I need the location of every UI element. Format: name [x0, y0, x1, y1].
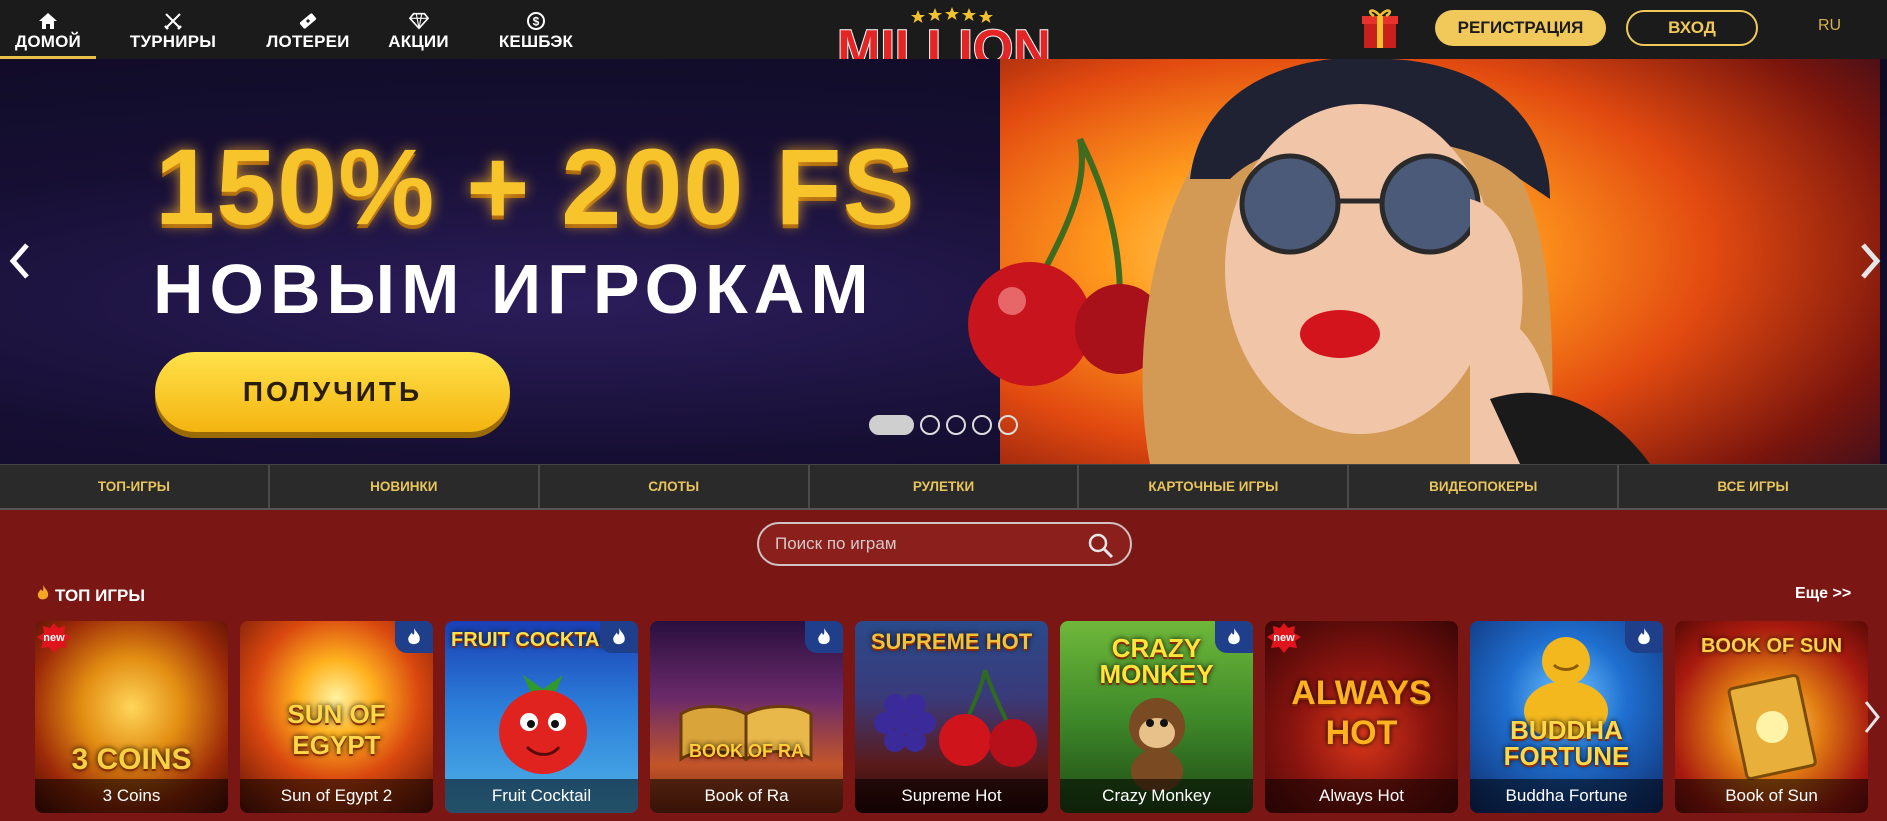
golden-book-image: [1727, 673, 1817, 781]
monkey-image: [1129, 698, 1185, 791]
top-games-row: 3 COINS new 3 Coins SUN OF EGYPT Sun of …: [35, 621, 1868, 813]
language-selector[interactable]: RU: [1818, 17, 1841, 35]
get-bonus-button[interactable]: ПОЛУЧИТЬ: [155, 352, 510, 432]
fire-icon: [36, 584, 50, 607]
top-header: ДОМОЙ ТУРНИРЫ ЛОТЕРЕИ АКЦИИ $ КЕШБЭК MIL…: [0, 0, 1887, 72]
top-games-heading: ТОП ИГРЫ: [36, 584, 145, 607]
strawberry-image: [499, 675, 587, 774]
slider-dot[interactable]: [946, 415, 966, 435]
category-all-games[interactable]: ВСЕ ИГРЫ: [1619, 465, 1887, 508]
game-art-text: 3 COINS: [71, 743, 192, 776]
nav-item-label: ДОМОЙ: [15, 32, 81, 51]
nav-item-tournaments[interactable]: ТУРНИРЫ: [96, 0, 250, 59]
game-art-text: BUDDHA FORTUNE: [1503, 715, 1630, 771]
gift-icon[interactable]: [1360, 6, 1400, 50]
games-next-arrow[interactable]: [1858, 695, 1886, 739]
game-card[interactable]: FRUIT COCKTAIL Fruit Cocktail: [445, 621, 638, 813]
chevron-left-icon: [9, 243, 29, 279]
game-art-text: SUPREME HOT: [870, 629, 1033, 654]
game-card[interactable]: SUN OF EGYPT Sun of Egypt 2: [240, 621, 433, 813]
nav-item-lotteries[interactable]: ЛОТЕРЕИ: [250, 0, 366, 59]
nav-item-label: КЕШБЭК: [498, 32, 574, 51]
section-title: ТОП ИГРЫ: [55, 585, 145, 605]
game-card[interactable]: SUPREME HOT Supreme Hot: [855, 621, 1048, 813]
crossed-swords-icon: [163, 11, 183, 31]
game-card[interactable]: BOOK OF SUN Book of Sun: [1675, 621, 1868, 813]
game-title: Sun of Egypt 2: [240, 779, 433, 813]
hot-badge: [600, 621, 638, 653]
new-badge: new: [37, 623, 71, 653]
slider-dots: [869, 415, 1018, 435]
nav-item-promotions[interactable]: АКЦИИ: [366, 0, 471, 59]
fire-icon: [1228, 628, 1240, 645]
nav-item-home[interactable]: ДОМОЙ: [0, 0, 96, 59]
nav-item-label: ЛОТЕРЕИ: [266, 32, 350, 51]
search-icon[interactable]: [1088, 533, 1114, 564]
nav-item-cashback[interactable]: $ КЕШБЭК: [471, 0, 601, 59]
category-slots[interactable]: СЛОТЫ: [540, 465, 810, 508]
woman-with-sunglasses-image: [1142, 59, 1650, 464]
game-title: Book of Sun: [1675, 779, 1868, 813]
category-video-poker[interactable]: ВИДЕОПОКЕРЫ: [1349, 465, 1620, 508]
register-button[interactable]: РЕГИСТРАЦИЯ: [1435, 10, 1606, 46]
chevron-right-icon: [1861, 243, 1881, 279]
ticket-icon: [298, 11, 318, 31]
game-art-text: SUN OF EGYPT: [287, 699, 386, 760]
slider-dot[interactable]: [998, 415, 1018, 435]
game-card[interactable]: BUDDHA FORTUNE Buddha Fortune: [1470, 621, 1663, 813]
game-card[interactable]: CRAZY MONKEY Crazy Monkey: [1060, 621, 1253, 813]
game-art-text: BOOK OF RA: [689, 741, 804, 761]
slider-dot[interactable]: [972, 415, 992, 435]
hot-badge: [805, 621, 843, 653]
game-title: Always Hot: [1265, 779, 1458, 813]
fire-icon: [1638, 628, 1650, 645]
game-title: Buddha Fortune: [1470, 779, 1663, 813]
promo-banner[interactable]: 150% + 200 FS НОВЫМ ИГРОКАМ ПОЛУЧИТЬ: [0, 59, 1887, 464]
fire-icon: [613, 628, 625, 645]
chevron-right-icon: [1864, 701, 1880, 733]
game-art-text: ALWAYS HOT: [1291, 674, 1432, 752]
fruits-image: [874, 669, 1037, 767]
home-icon: [38, 11, 58, 31]
banner-subline: НОВЫМ ИГРОКАМ: [153, 250, 875, 328]
game-card[interactable]: 3 COINS new 3 Coins: [35, 621, 228, 813]
fire-icon: [408, 628, 420, 645]
game-title: Book of Ra: [650, 779, 843, 813]
nav-item-label: АКЦИИ: [388, 32, 449, 51]
banner-prev-arrow[interactable]: [0, 231, 40, 291]
main-nav: ДОМОЙ ТУРНИРЫ ЛОТЕРЕИ АКЦИИ $ КЕШБЭК: [0, 0, 601, 59]
game-title: Crazy Monkey: [1060, 779, 1253, 813]
game-art-text: BOOK OF SUN: [1700, 635, 1843, 657]
banner-headline: 150% + 200 FS: [155, 126, 916, 247]
nav-item-label: ТУРНИРЫ: [129, 32, 217, 51]
slider-dot[interactable]: [869, 415, 914, 435]
svg-text:$: $: [533, 15, 540, 29]
game-title: Fruit Cocktail: [445, 779, 638, 813]
game-search-box: [757, 522, 1132, 566]
game-categories-bar: ТОП-ИГРЫ НОВИНКИ СЛОТЫ РУЛЕТКИ КАРТОЧНЫЕ…: [0, 464, 1887, 510]
login-button[interactable]: ВХОД: [1626, 10, 1758, 46]
slider-dot[interactable]: [920, 415, 940, 435]
coin-icon: $: [526, 11, 546, 31]
hot-badge: [1625, 621, 1663, 653]
banner-next-arrow[interactable]: [1850, 231, 1887, 291]
game-card[interactable]: BOOK OF RA Book of Ra: [650, 621, 843, 813]
hot-badge: [395, 621, 433, 653]
category-new[interactable]: НОВИНКИ: [270, 465, 540, 508]
fire-icon: [818, 628, 830, 645]
diamond-icon: [408, 11, 429, 31]
more-games-link[interactable]: Еще >>: [1795, 585, 1851, 603]
game-title: 3 Coins: [35, 779, 228, 813]
game-title: Supreme Hot: [855, 779, 1048, 813]
category-roulette[interactable]: РУЛЕТКИ: [810, 465, 1080, 508]
game-card[interactable]: ALWAYS HOT new Always Hot: [1265, 621, 1458, 813]
category-card-games[interactable]: КАРТОЧНЫЕ ИГРЫ: [1079, 465, 1350, 508]
search-input[interactable]: [775, 534, 1075, 554]
new-badge: new: [1267, 623, 1301, 653]
hot-badge: [1215, 621, 1253, 653]
category-top-games[interactable]: ТОП-ИГРЫ: [0, 465, 270, 508]
